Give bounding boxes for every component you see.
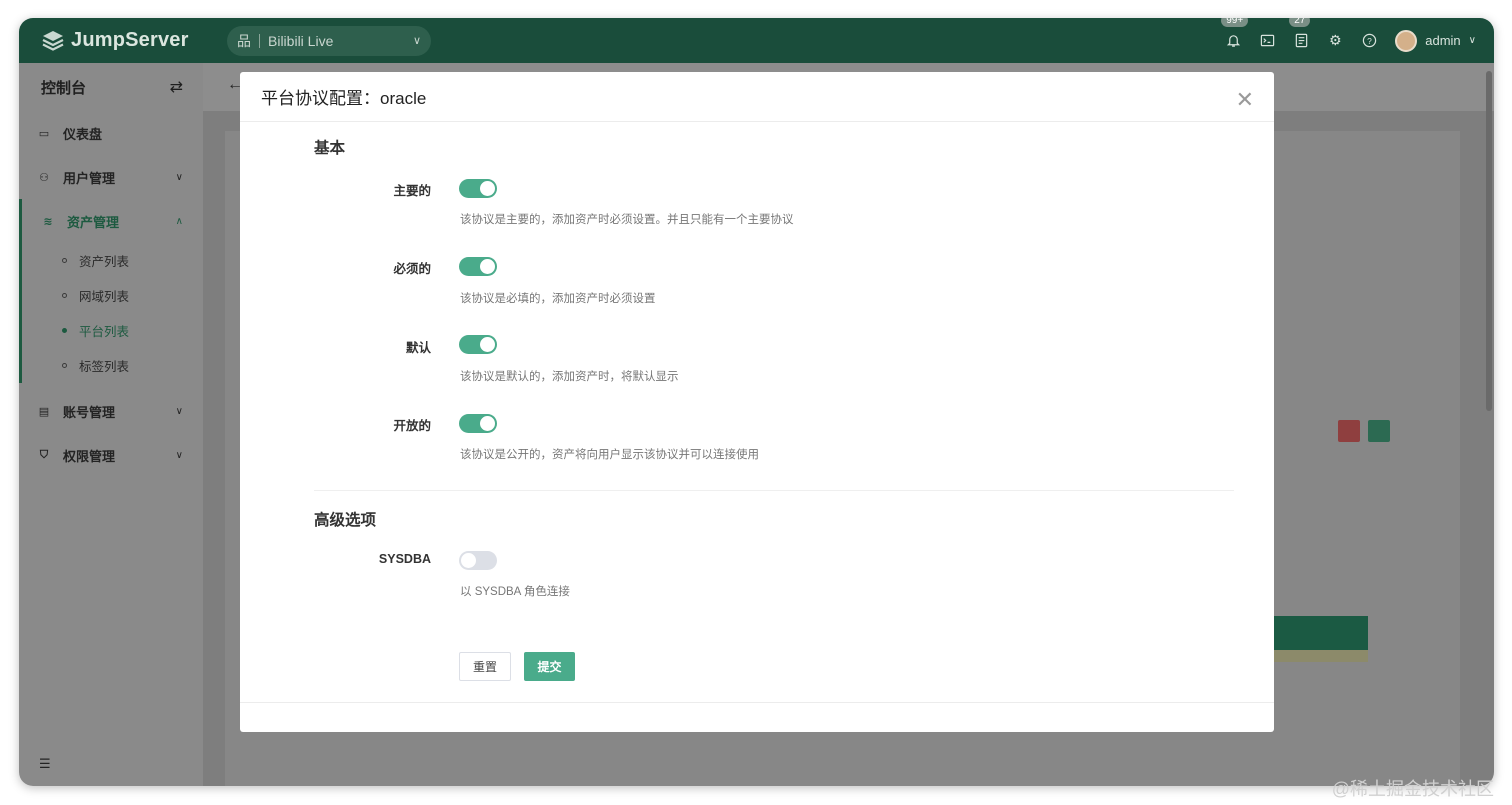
chevron-down-icon: ∨ [175,405,183,417]
dialog-header: 平台协议配置：oracle ✕ [240,72,1274,122]
submit-button[interactable]: 提交 [524,652,575,681]
required-switch[interactable] [459,257,497,276]
sub-item-platform-list[interactable]: 平台列表 [19,313,203,348]
default-switch[interactable] [459,335,497,354]
sidebar-item-label: 权限管理 [63,448,116,464]
sidebar-item-label: 资产管理 [67,214,120,230]
field-sysdba-help: 以 SYSDBA 角色连接 [460,586,570,598]
field-required-label: 必须的 [393,262,431,276]
notifications-badge: 99+ [1221,18,1249,27]
users-icon: ⚇ [39,171,49,184]
reset-button[interactable]: 重置 [459,652,511,681]
gear-icon[interactable]: ⚙ [1327,32,1343,49]
protocol-config-dialog: 平台协议配置：oracle ✕ 基本 主要的 该协议是主要的，添加资产时必须设置… [240,72,1274,732]
section-basic-title: 基本 [314,140,346,157]
field-primary-help: 该协议是主要的，添加资产时必须设置。并且只能有一个主要协议 [460,214,794,226]
switch-knob [480,416,495,431]
sidebar-title: 控制台 [41,79,87,97]
logo[interactable]: JumpServer [41,29,227,53]
sub-item-label: 平台列表 [79,325,130,339]
bullet-icon [62,328,67,333]
public-switch[interactable] [459,414,497,433]
scrollbar[interactable] [1486,71,1492,411]
add-button[interactable] [1368,420,1390,442]
sub-item-label: 资产列表 [79,255,130,269]
dashboard-icon: ▭ [38,127,50,140]
switch-knob [461,553,476,568]
sidebar-item-label: 仪表盘 [63,126,103,142]
help-icon[interactable]: ? [1361,33,1377,49]
user-name: admin [1425,33,1461,48]
tickets-icon[interactable]: 27 [1289,18,1311,49]
field-sysdba-label: SYSDBA [378,552,431,566]
field-required-help: 该协议是必填的，添加资产时必须设置 [460,293,656,305]
dialog-footer-divider [240,702,1274,703]
account-icon: ▤ [38,405,50,418]
remove-button[interactable] [1338,420,1360,442]
field-primary-label: 主要的 [393,184,431,198]
top-actions: 99+ 27 ⚙ ? admin ∨ [1221,18,1476,52]
sub-item-asset-list[interactable]: 资产列表 [19,243,203,278]
user-menu[interactable]: admin ∨ [1395,29,1476,52]
chevron-down-icon: ∨ [1468,35,1476,46]
tickets-badge: 27 [1289,18,1311,27]
sidebar: 控制台 ⇄ ▭ 仪表盘 ⚇ 用户管理 ∨ ≋ 资产管理 ∧ 资产列表 网域列表 … [19,63,203,786]
sidebar-item-assets[interactable]: ≋ 资产管理 ∧ [19,199,203,243]
sub-item-label-list[interactable]: 标签列表 [19,348,203,383]
field-public-help: 该协议是公开的，资产将向用户显示该协议并可以连接使用 [460,449,759,461]
chevron-down-icon: ∨ [412,35,421,47]
bullet-icon [62,258,67,263]
watermark: @稀土掘金技术社区 [1331,779,1494,799]
svg-text:?: ? [1367,36,1372,46]
org-icon: 品 [237,32,251,49]
avatar [1395,29,1418,52]
sidebar-item-dashboard[interactable]: ▭ 仪表盘 [19,111,203,155]
bullet-icon [62,363,67,368]
chevron-down-icon: ∨ [175,171,183,183]
terminal-icon[interactable] [1259,33,1275,49]
chevron-down-icon: ∨ [175,449,183,461]
sidebar-item-label: 账号管理 [63,404,116,420]
switch-knob [480,337,495,352]
close-icon[interactable]: ✕ [1236,87,1254,113]
sidebar-item-users[interactable]: ⚇ 用户管理 ∨ [19,155,203,199]
org-separator [259,33,260,48]
sidebar-item-accounts[interactable]: ▤ 账号管理 ∨ [19,389,203,433]
field-default-label: 默认 [405,341,431,355]
org-selector[interactable]: 品 Bilibili Live ∨ [227,25,431,56]
switch-knob [480,259,495,274]
sub-item-domain-list[interactable]: 网域列表 [19,278,203,313]
section-advanced-title: 高级选项 [314,512,377,529]
top-bar: JumpServer 品 Bilibili Live ∨ 99+ 27 ⚙ ? [19,18,1494,63]
field-public-label: 开放的 [393,419,431,433]
switch-knob [480,181,495,196]
collapse-menu-icon[interactable]: ☰ [39,756,51,772]
bell-icon[interactable]: 99+ [1221,18,1249,49]
sub-item-label: 标签列表 [79,360,130,374]
swap-icon[interactable]: ⇄ [170,77,183,97]
sub-item-label: 网域列表 [79,290,130,304]
layers-icon: ≋ [43,215,53,228]
sidebar-item-permissions[interactable]: ⛉ 权限管理 ∨ [19,433,203,477]
org-name: Bilibili Live [268,32,334,49]
sidebar-header: 控制台 ⇄ [19,63,203,111]
dialog-title: 平台协议配置：oracle [261,89,427,108]
sysdba-switch[interactable] [459,551,497,570]
brand-name: JumpServer [71,29,189,51]
jumpserver-logo-icon [41,29,65,53]
field-default-help: 该协议是默认的，添加资产时，将默认显示 [460,371,679,383]
sidebar-item-label: 用户管理 [63,170,116,186]
bullet-icon [62,293,67,298]
section-divider [314,490,1234,491]
chevron-up-icon: ∧ [175,215,183,227]
shield-icon: ⛉ [39,448,49,461]
primary-switch[interactable] [459,179,497,198]
